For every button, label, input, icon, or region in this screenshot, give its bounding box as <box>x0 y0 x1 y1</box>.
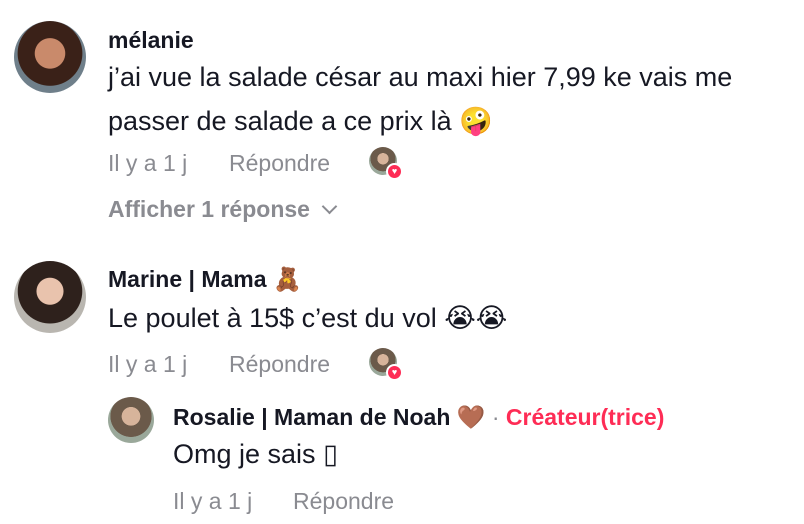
reply-text: Omg je sais ▯ <box>173 432 338 477</box>
creator-liked-icon: ♥ <box>369 147 403 180</box>
comment-author[interactable]: Marine | Mama 🧸 <box>108 266 302 293</box>
comment-timestamp: Il y a 1 j <box>108 150 188 176</box>
avatar[interactable] <box>14 21 86 93</box>
comment-text-part: passer de salade a ce prix là <box>108 106 452 136</box>
author-name: Marine | Mama <box>108 266 267 292</box>
reply-text-part: Omg je sais <box>173 439 316 469</box>
reply-button[interactable]: Répondre <box>229 351 330 378</box>
crying-face-emoji: 😭😭 <box>444 303 508 334</box>
reply-button[interactable]: Répondre <box>293 488 394 515</box>
reply-timestamp: Il y a 1 j <box>173 488 253 514</box>
separator: · <box>491 404 500 430</box>
heart-icon: ♥ <box>386 163 403 180</box>
comment-text-line: j’ai vue la salade césar au maxi hier 7,… <box>108 62 733 92</box>
heart-icon: ♥ <box>386 364 403 381</box>
show-replies-label: Afficher 1 réponse <box>108 196 310 222</box>
zany-face-emoji: 🤪 <box>459 106 493 137</box>
comment-text-line: passer de salade a ce prix là 🤪 <box>108 99 798 144</box>
comment-timestamp: Il y a 1 j <box>108 351 188 377</box>
avatar[interactable] <box>14 261 86 333</box>
teddy-bear-emoji: 🧸 <box>272 267 302 293</box>
comment-author[interactable]: mélanie <box>108 27 194 54</box>
reply-author[interactable]: Rosalie | Maman de Noah 🤎 · Créateur(tri… <box>173 404 664 431</box>
author-name: Rosalie | Maman de Noah <box>173 404 451 430</box>
comment-text: Le poulet à 15$ c’est du vol 😭😭 <box>108 296 507 341</box>
creator-badge: Créateur(trice) <box>505 404 665 430</box>
brown-heart-emoji: 🤎 <box>456 405 486 431</box>
chevron-down-icon <box>321 198 338 215</box>
show-replies-button[interactable]: Afficher 1 réponse <box>108 196 338 223</box>
creator-liked-icon: ♥ <box>369 348 403 381</box>
comment-text-part: Le poulet à 15$ c’est du vol <box>108 303 437 333</box>
reply-button[interactable]: Répondre <box>229 150 330 177</box>
avatar[interactable] <box>108 397 154 443</box>
missing-glyph-icon: ▯ <box>323 439 338 470</box>
comment-text: j’ai vue la salade césar au maxi hier 7,… <box>108 55 798 144</box>
